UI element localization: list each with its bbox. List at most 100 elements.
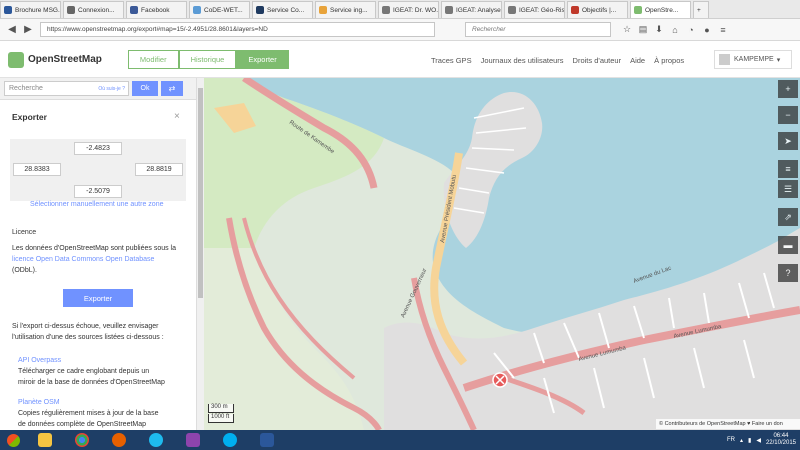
legend-button[interactable]: ☰: [778, 180, 798, 198]
locate-button[interactable]: ➤: [778, 132, 798, 150]
link-copyright[interactable]: Droits d'auteur: [573, 56, 622, 65]
browser-tab[interactable]: Brochure MSG...: [0, 1, 61, 18]
pocket-icon[interactable]: ◔: [685, 24, 697, 36]
history-button[interactable]: Historique: [178, 50, 237, 69]
map-svg: Route de Kamembe Avenue Président Mobutu…: [204, 78, 800, 430]
export-tab-button[interactable]: Exporter: [236, 50, 289, 69]
username: KAMPEMPE: [734, 56, 774, 63]
language-indicator[interactable]: FR: [727, 437, 735, 443]
sync-icon[interactable]: ●: [701, 24, 713, 36]
note-button[interactable]: ▬: [778, 236, 798, 254]
taskbar-skype[interactable]: [211, 430, 248, 450]
east-input[interactable]: 28.8819: [135, 163, 183, 176]
clock[interactable]: 06:44 22/10/2015: [766, 433, 796, 447]
overpass-link[interactable]: API Overpass: [18, 355, 61, 366]
tab-label: Facebook: [141, 6, 170, 14]
south-input[interactable]: -2.5079: [74, 185, 122, 198]
map-scale: 300 m 1000 ft: [208, 404, 234, 424]
clock-date: 22/10/2015: [765, 440, 796, 446]
browser-tab[interactable]: IGEAT: Géo-Ris...: [504, 1, 565, 18]
where-am-i-link[interactable]: Où suis-je ?: [98, 86, 125, 92]
browser-tab[interactable]: IGEAT: Dr. WO...: [378, 1, 439, 18]
browser-tab[interactable]: Service ing...: [315, 1, 376, 18]
tab-label: Connexion...: [78, 6, 115, 14]
taskbar-winrar[interactable]: [174, 430, 211, 450]
tab-label: IGEAT: Dr. WO...: [393, 6, 439, 14]
scrollbar-thumb[interactable]: [198, 88, 203, 298]
query-button[interactable]: ?: [778, 264, 798, 282]
browser-tab[interactable]: IGEAT: Analyse...: [441, 1, 502, 18]
browser-tab[interactable]: Objectifs |...: [567, 1, 628, 18]
network-icon[interactable]: ▮: [748, 437, 751, 444]
star-icon[interactable]: ☆: [621, 24, 633, 36]
layers-button[interactable]: ≡: [778, 160, 798, 178]
tab-favicon-icon: [256, 6, 264, 14]
taskbar-firefox[interactable]: [100, 430, 137, 450]
tab-favicon-icon: [319, 6, 327, 14]
browser-tab[interactable]: OpenStre...: [630, 1, 691, 18]
volume-icon[interactable]: ◀: [756, 437, 761, 444]
sidebar-scrollbar[interactable]: [196, 78, 204, 430]
forward-icon[interactable]: ▶: [20, 22, 36, 38]
west-input[interactable]: 28.8383: [13, 163, 61, 176]
url-text: https://www.openstreetmap.org/export#map…: [47, 26, 268, 33]
licence-link[interactable]: licence Open Data Commons Open Database: [12, 254, 154, 265]
start-button[interactable]: [0, 430, 26, 450]
reading-list-icon[interactable]: ▤: [637, 24, 649, 36]
tab-label: Service ing...: [330, 6, 368, 14]
back-icon[interactable]: ◀: [4, 22, 20, 38]
tray-up-icon[interactable]: ▴: [740, 437, 743, 444]
edit-button[interactable]: Modifier: [127, 50, 179, 69]
fallback-text-1: Si l'export ci-dessus échoue, veuillez e…: [12, 323, 159, 330]
scale-imperial: 1000 ft: [208, 414, 234, 423]
browser-tab-strip: Brochure MSG... Connexion... Facebook CoDE-…: [0, 0, 800, 19]
planet-osm-link[interactable]: Planète OSM: [18, 397, 60, 408]
browser-search-box[interactable]: Rechercher: [465, 22, 611, 37]
menu-icon[interactable]: ≡: [717, 24, 729, 36]
map-attribution[interactable]: © Contributeurs de OpenStreetMap ♥ Faire…: [656, 419, 800, 429]
directions-icon[interactable]: ⇄: [161, 81, 183, 96]
windows-logo-icon: [6, 433, 20, 447]
user-menu[interactable]: KAMPEMPE ▾: [714, 50, 792, 69]
select-area-link[interactable]: Sélectionner manuellement une autre zone: [30, 201, 163, 208]
osm-logo[interactable]: OpenStreetMap: [8, 51, 102, 68]
licence-text-2: (ODbL).: [12, 267, 37, 274]
new-tab-button[interactable]: +: [693, 1, 709, 18]
taskbar-ie[interactable]: [137, 430, 174, 450]
zoom-out-button[interactable]: −: [778, 106, 798, 124]
browser-tab[interactable]: Connexion...: [63, 1, 124, 18]
link-about[interactable]: À propos: [654, 56, 684, 65]
map-canvas[interactable]: Route de Kamembe Avenue Président Mobutu…: [204, 78, 800, 430]
home-icon[interactable]: ⌂: [669, 24, 681, 36]
tab-favicon-icon: [382, 6, 390, 14]
tab-favicon-icon: [445, 6, 453, 14]
north-input[interactable]: -2.4823: [74, 142, 122, 155]
search-ok-button[interactable]: Ok: [132, 81, 158, 96]
edit-button-group: Modifier Historique Exporter: [127, 50, 289, 69]
browser-tab[interactable]: Facebook: [126, 1, 187, 18]
link-gps-traces[interactable]: Traces GPS: [431, 56, 472, 65]
taskbar-chrome[interactable]: [63, 430, 100, 450]
taskbar-word[interactable]: [248, 430, 285, 450]
system-tray: FR ▴ ▮ ◀ 06:44 22/10/2015: [727, 430, 796, 450]
link-user-diaries[interactable]: Journaux des utilisateurs: [481, 56, 564, 65]
tab-label: Brochure MSG...: [15, 6, 61, 14]
bounding-box-inputs: -2.4823 28.8383 28.8819 -2.5079: [10, 139, 186, 201]
clock-time: 06:44: [773, 433, 789, 439]
share-button[interactable]: ⇗: [778, 208, 798, 226]
address-bar[interactable]: https://www.openstreetmap.org/export#map…: [40, 22, 435, 37]
planet-desc-1: Copies régulièrement mises à jour de la …: [18, 410, 159, 417]
export-panel-title: Exporter: [12, 112, 47, 122]
zoom-in-button[interactable]: +: [778, 80, 798, 98]
browser-tab[interactable]: CoDE-WET...: [189, 1, 250, 18]
browser-tab[interactable]: Service Co...: [252, 1, 313, 18]
overpass-desc-2: miroir de la base de données d'OpenStree…: [18, 379, 165, 386]
close-icon[interactable]: ×: [174, 111, 180, 122]
search-input[interactable]: Recherche Où suis-je ?: [4, 81, 129, 96]
export-button[interactable]: Exporter: [63, 289, 133, 307]
taskbar-explorer[interactable]: [26, 430, 63, 450]
search-placeholder: Rechercher: [472, 26, 506, 33]
firefox-icon: [111, 433, 126, 447]
link-help[interactable]: Aide: [630, 56, 645, 65]
download-icon[interactable]: ⬇: [653, 24, 665, 36]
